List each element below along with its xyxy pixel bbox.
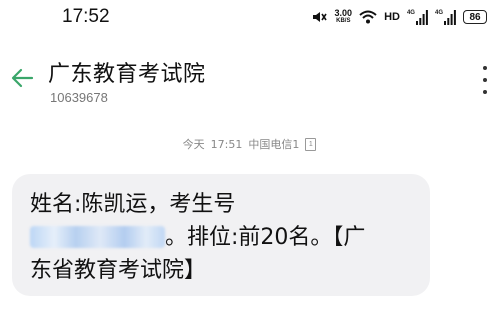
signal-1: 4G [406,9,428,25]
redacted-exam-number [30,226,165,248]
message-bubble[interactable]: 姓名:陈凯运，考生号 。排位:前20名。【广 东省教育考试院】 [12,174,430,296]
signal-1-tag: 4G [406,9,415,16]
signal-2: 4G [434,9,456,25]
message-line-2-text: 。排位:前20名。【广 [165,225,366,250]
more-options-button[interactable] [475,66,495,94]
mute-icon [310,9,328,25]
contact-name: 广东教育考试院 [48,62,206,87]
net-speed-unit: KB/S [336,18,351,24]
hd-label: HD [384,11,400,23]
message-line-2: 。排位:前20名。【广 [30,221,418,254]
status-time: 17:52 [62,6,110,27]
net-speed-value: 3.00 [334,8,353,18]
sim-icon: 1 [305,137,317,151]
message-time: 17:51 [210,137,243,151]
back-button[interactable] [8,64,36,92]
status-icons: 3.00 KB/S HD 4G 4G 86 [310,8,487,26]
net-speed: 3.00 KB/S [335,9,353,25]
wifi-icon [359,10,377,24]
status-bar: 17:52 3.00 KB/S HD 4G 4G 86 [0,0,499,34]
message-carrier: 中国电信1 [248,138,300,151]
signal-icon [444,9,456,25]
message-line-3: 东省教育考试院】 [30,258,207,283]
message-line-1: 姓名:陈凯运，考生号 [30,192,236,217]
battery-icon: 86 [463,10,487,24]
conversation-header: 广东教育考试院 10639678 [0,42,499,112]
back-arrow-icon [11,68,34,88]
contact-number: 10639678 [50,90,108,105]
signal-2-tag: 4G [434,9,443,16]
more-vertical-icon [483,66,487,70]
signal-icon [415,9,428,25]
message-body: 姓名:陈凯运，考生号 。排位:前20名。【广 东省教育考试院】 [30,188,418,287]
message-day: 今天 [182,138,205,151]
message-timestamp: 今天 17:51 中国电信1 1 [0,135,499,153]
